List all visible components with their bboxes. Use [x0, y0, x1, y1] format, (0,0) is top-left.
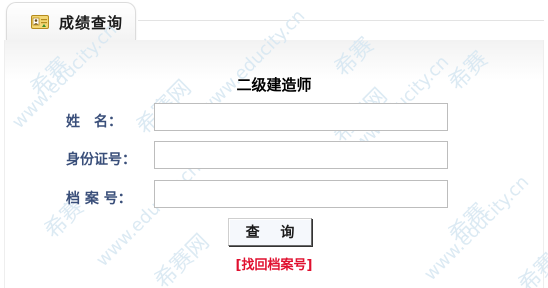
retrieve-archive-number-link[interactable]: [找回档案号]	[0, 254, 548, 273]
tab-title: 成绩查询	[59, 14, 124, 32]
tab-bar-divider	[138, 20, 544, 21]
exam-title: 二级建造师	[236, 76, 312, 94]
id-number-input[interactable]	[154, 141, 448, 169]
archive-number-label: 档 案 号：	[66, 191, 132, 207]
query-button[interactable]: 查 询	[228, 218, 312, 246]
name-label: 姓 名：	[66, 114, 122, 130]
score-query-page: 成绩查询 www.educity.cn www.educity.cn www.e…	[0, 0, 548, 288]
id-number-label: 身份证号：	[66, 152, 136, 168]
tab-score-query[interactable]: 成绩查询	[6, 2, 136, 40]
name-input[interactable]	[154, 103, 448, 131]
id-card-icon	[31, 14, 49, 29]
archive-number-input[interactable]	[154, 180, 448, 208]
tab-bar: 成绩查询	[0, 0, 548, 42]
